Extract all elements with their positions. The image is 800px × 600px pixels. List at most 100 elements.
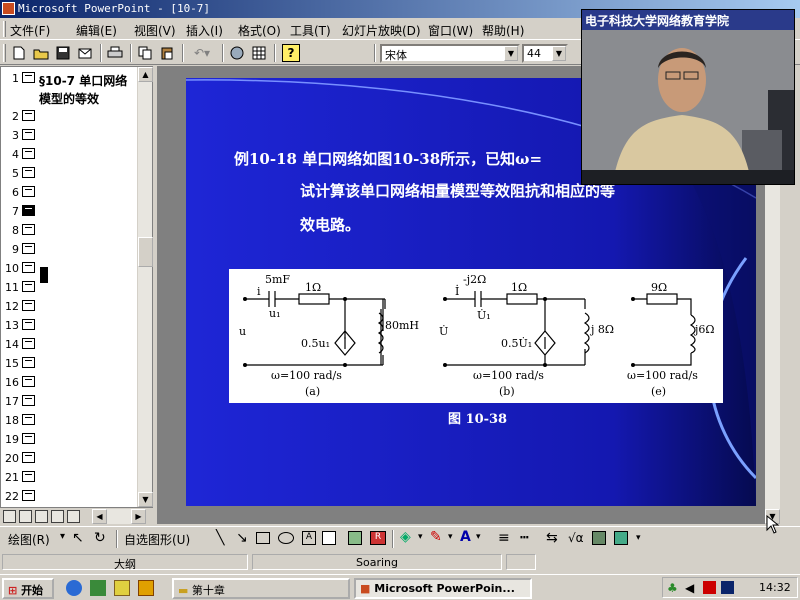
line-color-icon[interactable]: ✎ xyxy=(430,529,442,545)
taskbar-powerpoint-button[interactable]: ■ Microsoft PowerPoin... xyxy=(354,578,532,599)
slide-icon[interactable] xyxy=(22,395,35,406)
slide-text-line3[interactable]: 效电路。 xyxy=(300,214,360,235)
menu-help[interactable]: 帮助(H) xyxy=(482,22,524,39)
slide-icon[interactable] xyxy=(22,338,35,349)
internet-explorer-icon[interactable] xyxy=(66,580,82,596)
slide-icon[interactable] xyxy=(22,357,35,368)
slide-icon[interactable] xyxy=(22,319,35,330)
arrow-style-icon[interactable]: ⇆ xyxy=(546,530,558,546)
font-size-select[interactable]: 44 ▼ xyxy=(522,44,568,63)
slide-view-icon[interactable] xyxy=(35,510,48,523)
arrow-icon[interactable]: ↘ xyxy=(236,530,248,546)
slide-icon[interactable] xyxy=(22,414,35,425)
outline-scrollbar[interactable]: ▲ ▼ xyxy=(137,67,153,507)
outline-slide-title-line2[interactable]: 模型的等效 xyxy=(39,90,99,107)
slide-icon[interactable] xyxy=(22,148,35,159)
paste-icon[interactable] xyxy=(158,44,176,62)
wordart-icon[interactable] xyxy=(322,531,336,545)
menu-file[interactable]: 文件(F) xyxy=(10,22,50,39)
scroll-right-icon[interactable]: ▶ xyxy=(131,509,146,524)
outline-slide-title-line1[interactable]: §10-7 单口网络 xyxy=(39,72,127,89)
save-icon[interactable] xyxy=(54,44,72,62)
taskbar-folder-button[interactable]: ▬ 第十章 xyxy=(172,578,350,599)
slide-icon[interactable] xyxy=(22,452,35,463)
tray-app-icon[interactable] xyxy=(703,581,716,594)
rectangle-icon[interactable] xyxy=(256,532,270,544)
circuit-figure[interactable]: i 5mF 1Ω u₁ u 0.5u₁ 80mH ω=100 rad/s (a)… xyxy=(229,269,723,403)
autoshapes-menu-button[interactable]: 自选图形(U) xyxy=(124,531,190,548)
shadow-icon[interactable] xyxy=(592,531,606,545)
slide-sorter-view-icon[interactable] xyxy=(51,510,64,523)
menu-window[interactable]: 窗口(W) xyxy=(428,22,473,39)
slide-icon[interactable] xyxy=(22,72,35,83)
slide-icon[interactable] xyxy=(22,433,35,444)
start-button[interactable]: ⊞ 开始 xyxy=(2,578,54,599)
slide-icon[interactable] xyxy=(22,262,35,273)
equation-icon[interactable]: √α xyxy=(568,531,584,545)
textbox-icon[interactable]: A xyxy=(302,531,316,545)
slide-text-line1[interactable]: 例10-18 单口网络如图10-38所示，已知ω= xyxy=(234,148,542,169)
insert-picture-icon[interactable]: R xyxy=(370,531,386,545)
horizontal-scroll-track[interactable] xyxy=(107,509,131,524)
menu-view[interactable]: 视图(V) xyxy=(134,22,176,39)
slide-icon[interactable] xyxy=(22,300,35,311)
show-desktop-icon[interactable] xyxy=(90,580,106,596)
font-color-icon[interactable]: A xyxy=(460,529,471,545)
copy-icon[interactable] xyxy=(136,44,154,62)
draw-menu-button[interactable]: 绘图(R) xyxy=(8,531,50,548)
menu-slideshow[interactable]: 幻灯片放映(D) xyxy=(342,22,421,39)
menu-insert[interactable]: 插入(I) xyxy=(186,22,223,39)
select-pointer-icon[interactable]: ↖ xyxy=(72,530,84,546)
menu-format[interactable]: 格式(O) xyxy=(238,22,281,39)
font-name-select[interactable]: 宋体 ▼ xyxy=(380,44,520,63)
menu-tools[interactable]: 工具(T) xyxy=(290,22,331,39)
input-method-icon[interactable] xyxy=(721,581,734,594)
mail-icon[interactable] xyxy=(76,44,94,62)
normal-view-icon[interactable] xyxy=(3,510,16,523)
outline-pane[interactable]: §10-7 单口网络 模型的等效 1 2 3 4 5 6 7 8 9 10 11 12 13 14 15 16… xyxy=(0,66,153,508)
network-icon[interactable]: ♣ xyxy=(667,581,678,595)
clipart-icon[interactable] xyxy=(348,531,362,545)
hyperlink-icon[interactable] xyxy=(228,44,246,62)
slide-icon[interactable] xyxy=(22,224,35,235)
slide-icon[interactable] xyxy=(22,281,35,292)
slide-icon[interactable] xyxy=(22,243,35,254)
3d-icon[interactable] xyxy=(614,531,628,545)
rotate-icon[interactable]: ↻ xyxy=(94,530,106,546)
slide-text-line2[interactable]: 试计算该单口网络相量模型等效阻抗和相应的等 xyxy=(300,180,615,201)
open-folder-icon[interactable] xyxy=(32,44,50,62)
slide-icon[interactable] xyxy=(22,471,35,482)
chevron-down-icon[interactable]: ▾ xyxy=(476,532,481,542)
toolbar-grip[interactable] xyxy=(3,44,6,62)
oval-icon[interactable] xyxy=(278,532,294,544)
new-document-icon[interactable] xyxy=(10,44,28,62)
slide-icon[interactable] xyxy=(22,129,35,140)
slide-icon[interactable] xyxy=(22,376,35,387)
quick-launch-icon[interactable] xyxy=(114,580,130,596)
fill-color-icon[interactable]: ◈ xyxy=(400,529,411,545)
table-icon[interactable] xyxy=(250,44,268,62)
help-icon[interactable]: ? xyxy=(282,44,300,62)
undo-icon[interactable]: ↶▾ xyxy=(188,44,216,62)
outline-view-icon[interactable] xyxy=(19,510,32,523)
toolbar-grip[interactable] xyxy=(3,21,6,37)
scroll-left-icon[interactable]: ◀ xyxy=(92,509,107,524)
chevron-down-icon[interactable]: ▾ xyxy=(448,532,453,542)
chevron-down-icon[interactable]: ▼ xyxy=(504,46,518,61)
slide-icon[interactable] xyxy=(22,110,35,121)
chevron-down-icon[interactable]: ▾ xyxy=(60,531,65,542)
volume-icon[interactable]: ◀ xyxy=(685,581,694,595)
media-player-icon[interactable] xyxy=(138,580,154,596)
slide-icon[interactable] xyxy=(22,167,35,178)
toolbar-overflow-icon[interactable]: ▾ xyxy=(636,533,641,543)
scroll-up-icon[interactable]: ▲ xyxy=(138,67,153,82)
menu-edit[interactable]: 编辑(E) xyxy=(76,22,117,39)
scroll-down-icon[interactable]: ▼ xyxy=(138,492,153,507)
chevron-down-icon[interactable]: ▾ xyxy=(418,532,423,542)
line-icon[interactable]: ╲ xyxy=(216,530,224,546)
slide-icon[interactable] xyxy=(22,490,35,501)
dash-style-icon[interactable]: ┅ xyxy=(520,530,528,546)
chevron-down-icon[interactable]: ▼ xyxy=(552,46,566,61)
line-style-icon[interactable]: ≡ xyxy=(498,530,510,546)
slide-icon[interactable] xyxy=(22,186,35,197)
